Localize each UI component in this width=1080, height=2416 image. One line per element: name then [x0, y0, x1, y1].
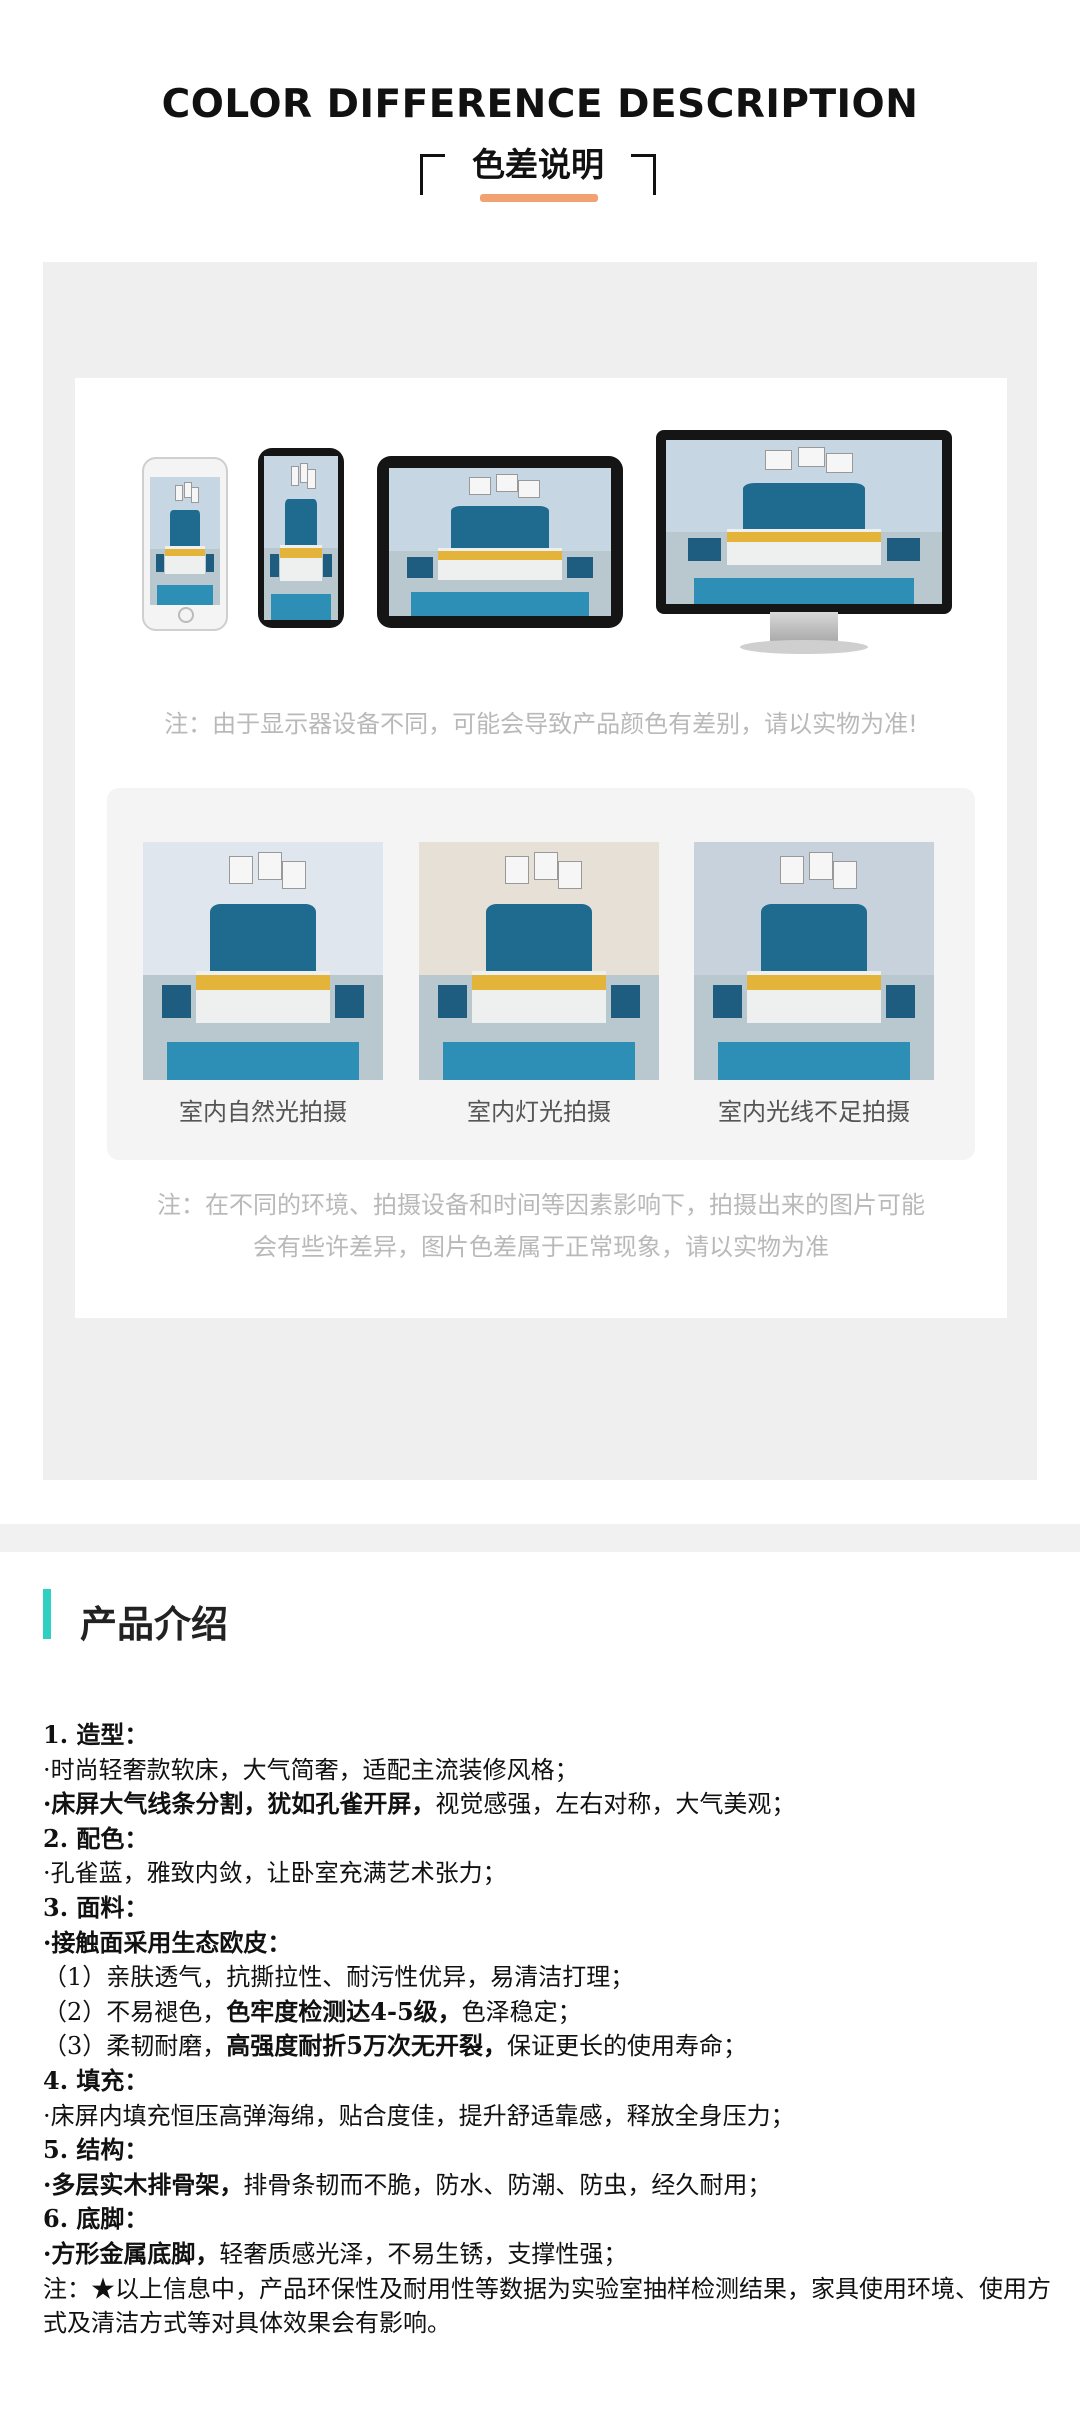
home-button-icon: [178, 607, 194, 623]
spec-heading-feet: 6. 底脚：: [43, 2204, 149, 2234]
spec-bold-text: 高强度耐折5万次无开裂，: [226, 2031, 507, 2061]
spec-line: ·多层实木排骨架，排骨条韧而不脆，防水、防潮、防虫，经久耐用；: [43, 2168, 1053, 2203]
title-underline: [480, 194, 598, 202]
spec-heading-structure: 5. 结构：: [43, 2135, 149, 2165]
section-accent-bar: [43, 1589, 51, 1639]
spec-bold-text: ·方形金属底脚，: [43, 2238, 220, 2268]
monitor-stand-neck: [770, 612, 838, 642]
low-light-photo: [694, 842, 934, 1080]
spec-bold-text: 色牢度检测达4-5级，: [226, 1996, 462, 2026]
spec-line: （2）不易褪色，色牢度检测达4-5级，色泽稳定；: [43, 1995, 1053, 2030]
spec-heading-color: 2. 配色：: [43, 1823, 149, 1853]
section-divider: [0, 1524, 1080, 1552]
lamp-light-caption: 室内灯光拍摄: [467, 1098, 611, 1126]
spec-heading-shape: 1. 造型：: [43, 1720, 149, 1749]
phone-white-screen: [150, 477, 220, 605]
monitor-screen: [666, 440, 942, 604]
spec-bold-text: ·床屏大气线条分割，犹如孔雀开屏，: [43, 1789, 436, 1819]
natural-light-photo: [143, 842, 383, 1080]
product-intro-title: 产品介绍: [80, 1603, 228, 1646]
phone-black-image: [258, 448, 344, 628]
spec-disclaimer: 注：★以上信息中，产品环保性及耐用性等数据为实验室抽样检测结果，家具使用环境、使…: [43, 2274, 1051, 2338]
device-difference-note: 注：由于显示器设备不同，可能会导致产品颜色有差别，请以实物为准!: [164, 710, 918, 738]
spec-line: （3）柔韧耐磨，高强度耐折5万次无开裂，保证更长的使用寿命；: [43, 2029, 1053, 2064]
spec-line: （1）亲肤透气，抗撕拉性、耐污性优异，易清洁打理；: [43, 1963, 635, 1992]
spec-text: 保证更长的使用寿命；: [506, 2032, 747, 2061]
spec-heading-filling: 4. 填充：: [43, 2065, 149, 2095]
lighting-difference-note: 注：在不同的环境、拍摄设备和时间等因素影响下，拍摄出来的图片可能 会有些许差异，…: [75, 1184, 1007, 1268]
tablet-image: [377, 456, 623, 628]
spec-line: ·床屏内填充恒压高弹海绵，贴合度佳，提升舒适靠感，释放全身压力；: [43, 2101, 795, 2130]
monitor-image: [656, 430, 952, 614]
spec-text: 视觉感强，左右对称，大气美观；: [435, 1790, 796, 1819]
lighting-note-line-1: 注：在不同的环境、拍摄设备和时间等因素影响下，拍摄出来的图片可能: [157, 1191, 925, 1219]
monitor-stand-base: [740, 640, 868, 654]
spec-line: ·接触面采用生态欧皮：: [43, 1927, 292, 1957]
spec-line: ·床屏大气线条分割，犹如孔雀开屏，视觉感强，左右对称，大气美观；: [43, 1787, 1053, 1822]
spec-bold-text: ·多层实木排骨架，: [43, 2169, 244, 2199]
spec-text: 色泽稳定；: [461, 1997, 582, 2026]
spec-text: 排骨条韧而不脆，防水、防潮、防虫，经久耐用；: [243, 2170, 772, 2199]
phone-black-screen: [264, 456, 338, 620]
lighting-note-line-2: 会有些许差异，图片色差属于正常现象，请以实物为准: [253, 1233, 829, 1261]
title-chinese-block: 色差说明: [420, 134, 656, 195]
spec-line: ·方形金属底脚，轻奢质感光泽，不易生锈，支撑性强；: [43, 2237, 1053, 2272]
spec-text: （2）不易褪色，: [43, 1997, 227, 2026]
spec-line: ·孔雀蓝，雅致内敛，让卧室充满艺术张力；: [43, 1859, 507, 1888]
low-light-caption: 室内光线不足拍摄: [718, 1098, 910, 1126]
product-spec-list: 1. 造型： ·时尚轻奢款软床，大气简奢，适配主流装修风格； ·床屏大气线条分割…: [43, 1718, 1053, 2341]
natural-light-caption: 室内自然光拍摄: [179, 1098, 347, 1126]
spec-text: （3）柔韧耐磨，: [43, 2032, 227, 2061]
spec-line: ·时尚轻奢款软床，大气简奢，适配主流装修风格；: [43, 1755, 579, 1784]
title-chinese: 色差说明: [472, 145, 604, 184]
title-english: COLOR DIFFERENCE DESCRIPTION: [161, 82, 919, 127]
spec-text: 轻奢质感光泽，不易生锈，支撑性强；: [219, 2239, 628, 2268]
lamp-light-photo: [419, 842, 659, 1080]
spec-heading-fabric: 3. 面料：: [43, 1892, 149, 1922]
tablet-screen: [389, 468, 611, 616]
phone-white-image: [142, 457, 228, 631]
bracket-right-decoration: [631, 154, 656, 195]
